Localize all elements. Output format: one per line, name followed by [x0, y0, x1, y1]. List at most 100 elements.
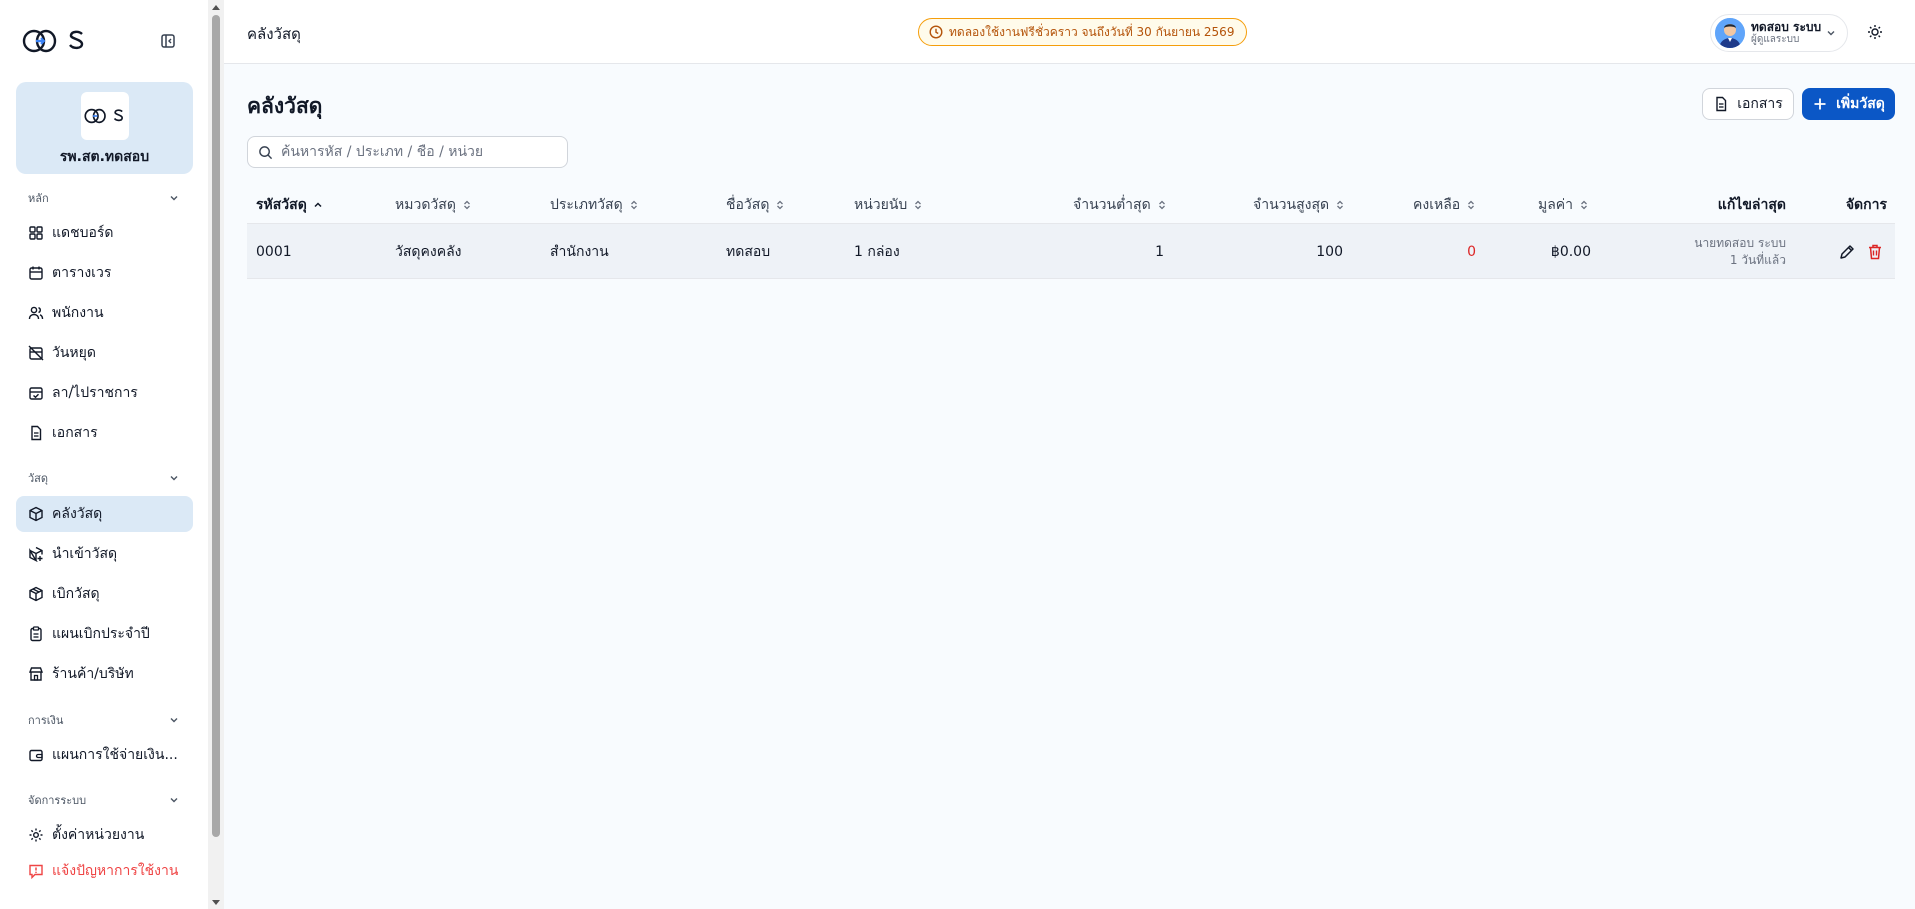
sidebar-collapse-button[interactable]	[158, 31, 178, 51]
sidebar-item-label: แผนเบิกประจำปี	[52, 626, 150, 642]
column-header-name[interactable]: ชื่อวัสดุ	[726, 186, 786, 224]
chevron-down-icon	[170, 196, 178, 201]
dashboard-icon	[29, 226, 43, 240]
sidebar-item-label: ตารางเวร	[52, 265, 112, 281]
column-header-unit[interactable]: หน่วยนับ	[854, 186, 924, 224]
cell-max: 100	[1316, 243, 1343, 260]
breadcrumb: คลังวัสดุ	[247, 25, 301, 43]
organization-logo	[80, 92, 129, 140]
materials-table: รหัสวัสดุ หมวดวัสดุ ประเภทวัสดุ ชื่อวัสด…	[247, 186, 1895, 279]
calendar-off-icon	[28, 345, 44, 361]
section-header-materials[interactable]: วัสดุ	[28, 470, 180, 486]
column-header-label: มูลค่า	[1538, 197, 1574, 213]
column-header-label: คงเหลือ	[1413, 197, 1461, 213]
sidebar-item-label: ตั้งค่าหน่วยงาน	[52, 827, 145, 843]
column-header-type[interactable]: ประเภทวัสดุ	[550, 186, 640, 224]
column-header-label: หมวดวัสดุ	[395, 197, 456, 213]
sidebar-item-holidays[interactable]: วันหยุด	[16, 335, 193, 371]
plus-icon	[1814, 98, 1826, 110]
theme-toggle-button[interactable]	[1865, 22, 1885, 42]
sidebar-item-label: แจ้งปัญหาการใช้งาน	[52, 863, 179, 879]
organization-name: รพ.สต.ทดสอบ	[59, 149, 150, 165]
cell-name: ทดสอบ	[726, 243, 771, 260]
sidebar-item-documents[interactable]: เอกสาร	[16, 415, 193, 451]
column-header-actions: จัดการ	[1807, 186, 1887, 224]
documents-button[interactable]: เอกสาร	[1702, 88, 1794, 120]
search-box	[247, 136, 568, 168]
user-name: ทดสอบ ระบบ	[1751, 19, 1822, 34]
column-header-category[interactable]: หมวดวัสดุ	[395, 186, 473, 224]
table-row[interactable]: 0001 วัสดุคงคลัง สำนักงาน ทดสอบ 1 กล่อง …	[247, 224, 1895, 279]
section-header-main[interactable]: หลัก	[28, 190, 180, 206]
cell-code: 0001	[256, 243, 292, 260]
calendar-icon	[29, 266, 43, 280]
column-header-max[interactable]: จำนวนสูงสุด	[1253, 186, 1346, 224]
scroll-down-icon[interactable]	[212, 898, 220, 906]
sidebar-item-label: ร้านค้า/บริษัท	[52, 666, 134, 682]
sidebar-header	[0, 0, 208, 80]
section-title: จัดการระบบ	[28, 794, 87, 807]
column-header-label: แก้ไขล่าสุด	[1717, 197, 1786, 213]
search-input[interactable]	[281, 144, 561, 160]
calendar-check-icon	[29, 387, 43, 400]
sidebar-item-label: คลังวัสดุ	[52, 506, 103, 522]
cell-last-edited: นายทดสอบ ระบบ 1 วันที่แล้ว	[1636, 224, 1786, 279]
sidebar-item-label: ลา/ไปราชการ	[52, 385, 138, 401]
add-material-button[interactable]: เพิ่มวัสดุ	[1802, 88, 1895, 120]
store-icon	[28, 667, 44, 681]
scroll-up-icon[interactable]	[212, 4, 220, 12]
sort-icon	[1158, 200, 1165, 210]
sidebar-scrollbar[interactable]	[208, 0, 224, 909]
edit-icon[interactable]	[1838, 243, 1856, 261]
sidebar-item-vendors[interactable]: ร้านค้า/บริษัท	[16, 656, 193, 692]
sort-icon	[630, 200, 637, 210]
delete-icon[interactable]	[1866, 243, 1884, 261]
sidebar-item-leave[interactable]: ลา/ไปราชการ	[16, 375, 193, 411]
sidebar-item-staff[interactable]: พนักงาน	[16, 295, 193, 331]
sidebar-item-label: นำเข้าวัสดุ	[52, 546, 118, 562]
sidebar-item-org-settings[interactable]: ตั้งค่าหน่วยงาน	[16, 817, 193, 853]
brand-logo[interactable]	[22, 27, 88, 55]
column-header-label: หน่วยนับ	[854, 197, 908, 213]
sidebar-item-spending-plan[interactable]: แผนการใช้จ่ายเงิน...	[16, 737, 193, 773]
cell-unit: 1 กล่อง	[854, 243, 900, 260]
sort-icon	[463, 200, 470, 210]
sort-icon	[1468, 200, 1475, 210]
column-header-remaining[interactable]: คงเหลือ	[1413, 186, 1477, 224]
edited-when: 1 วันที่แล้ว	[1729, 252, 1786, 267]
scrollbar-thumb[interactable]	[212, 15, 220, 837]
sidebar: รพ.สต.ทดสอบ หลัก แดชบอร์ด ตารางเวร พนักง…	[0, 0, 208, 909]
cell-type: สำนักงาน	[550, 243, 609, 260]
page-title: คลังวัสดุ	[247, 94, 323, 118]
report-issue-icon	[29, 864, 43, 879]
column-header-code[interactable]: รหัสวัสดุ	[256, 186, 324, 224]
section-header-system[interactable]: จัดการระบบ	[28, 792, 180, 808]
sidebar-item-withdraw[interactable]: เบิกวัสดุ	[16, 576, 193, 612]
sidebar-item-schedule[interactable]: ตารางเวร	[16, 255, 193, 291]
sidebar-item-label: แผนการใช้จ่ายเงิน...	[52, 747, 178, 763]
section-title: การเงิน	[28, 714, 64, 727]
document-icon	[1716, 96, 1727, 112]
settings-icon	[29, 828, 43, 842]
sidebar-item-report-issue[interactable]: แจ้งปัญหาการใช้งาน	[16, 853, 193, 889]
sort-icon	[1581, 200, 1588, 210]
clock-icon	[929, 25, 943, 39]
column-header-label: จัดการ	[1845, 197, 1887, 213]
table-header: รหัสวัสดุ หมวดวัสดุ ประเภทวัสดุ ชื่อวัสด…	[247, 186, 1895, 224]
sidebar-item-inventory[interactable]: คลังวัสดุ	[16, 496, 193, 532]
column-header-min[interactable]: จำนวนต่ำสุด	[1073, 186, 1168, 224]
sidebar-item-dashboard[interactable]: แดชบอร์ด	[16, 215, 193, 251]
section-header-finance[interactable]: การเงิน	[28, 712, 180, 728]
chevron-down-icon	[1827, 31, 1835, 36]
section-title: หลัก	[28, 192, 49, 205]
sidebar-item-annual-plan[interactable]: แผนเบิกประจำปี	[16, 616, 193, 652]
sidebar-item-import[interactable]: นำเข้าวัสดุ	[16, 536, 193, 572]
avatar	[1715, 18, 1745, 48]
column-header-value[interactable]: มูลค่า	[1538, 186, 1590, 224]
user-menu-button[interactable]: ทดสอบ ระบบ ผู้ดูแลระบบ	[1710, 14, 1848, 52]
clipboard-icon	[30, 626, 42, 642]
sidebar-item-label: แดชบอร์ด	[52, 225, 114, 241]
organization-card[interactable]: รพ.สต.ทดสอบ	[16, 82, 193, 174]
sidebar-item-label: พนักงาน	[52, 305, 104, 321]
users-icon	[28, 306, 44, 320]
